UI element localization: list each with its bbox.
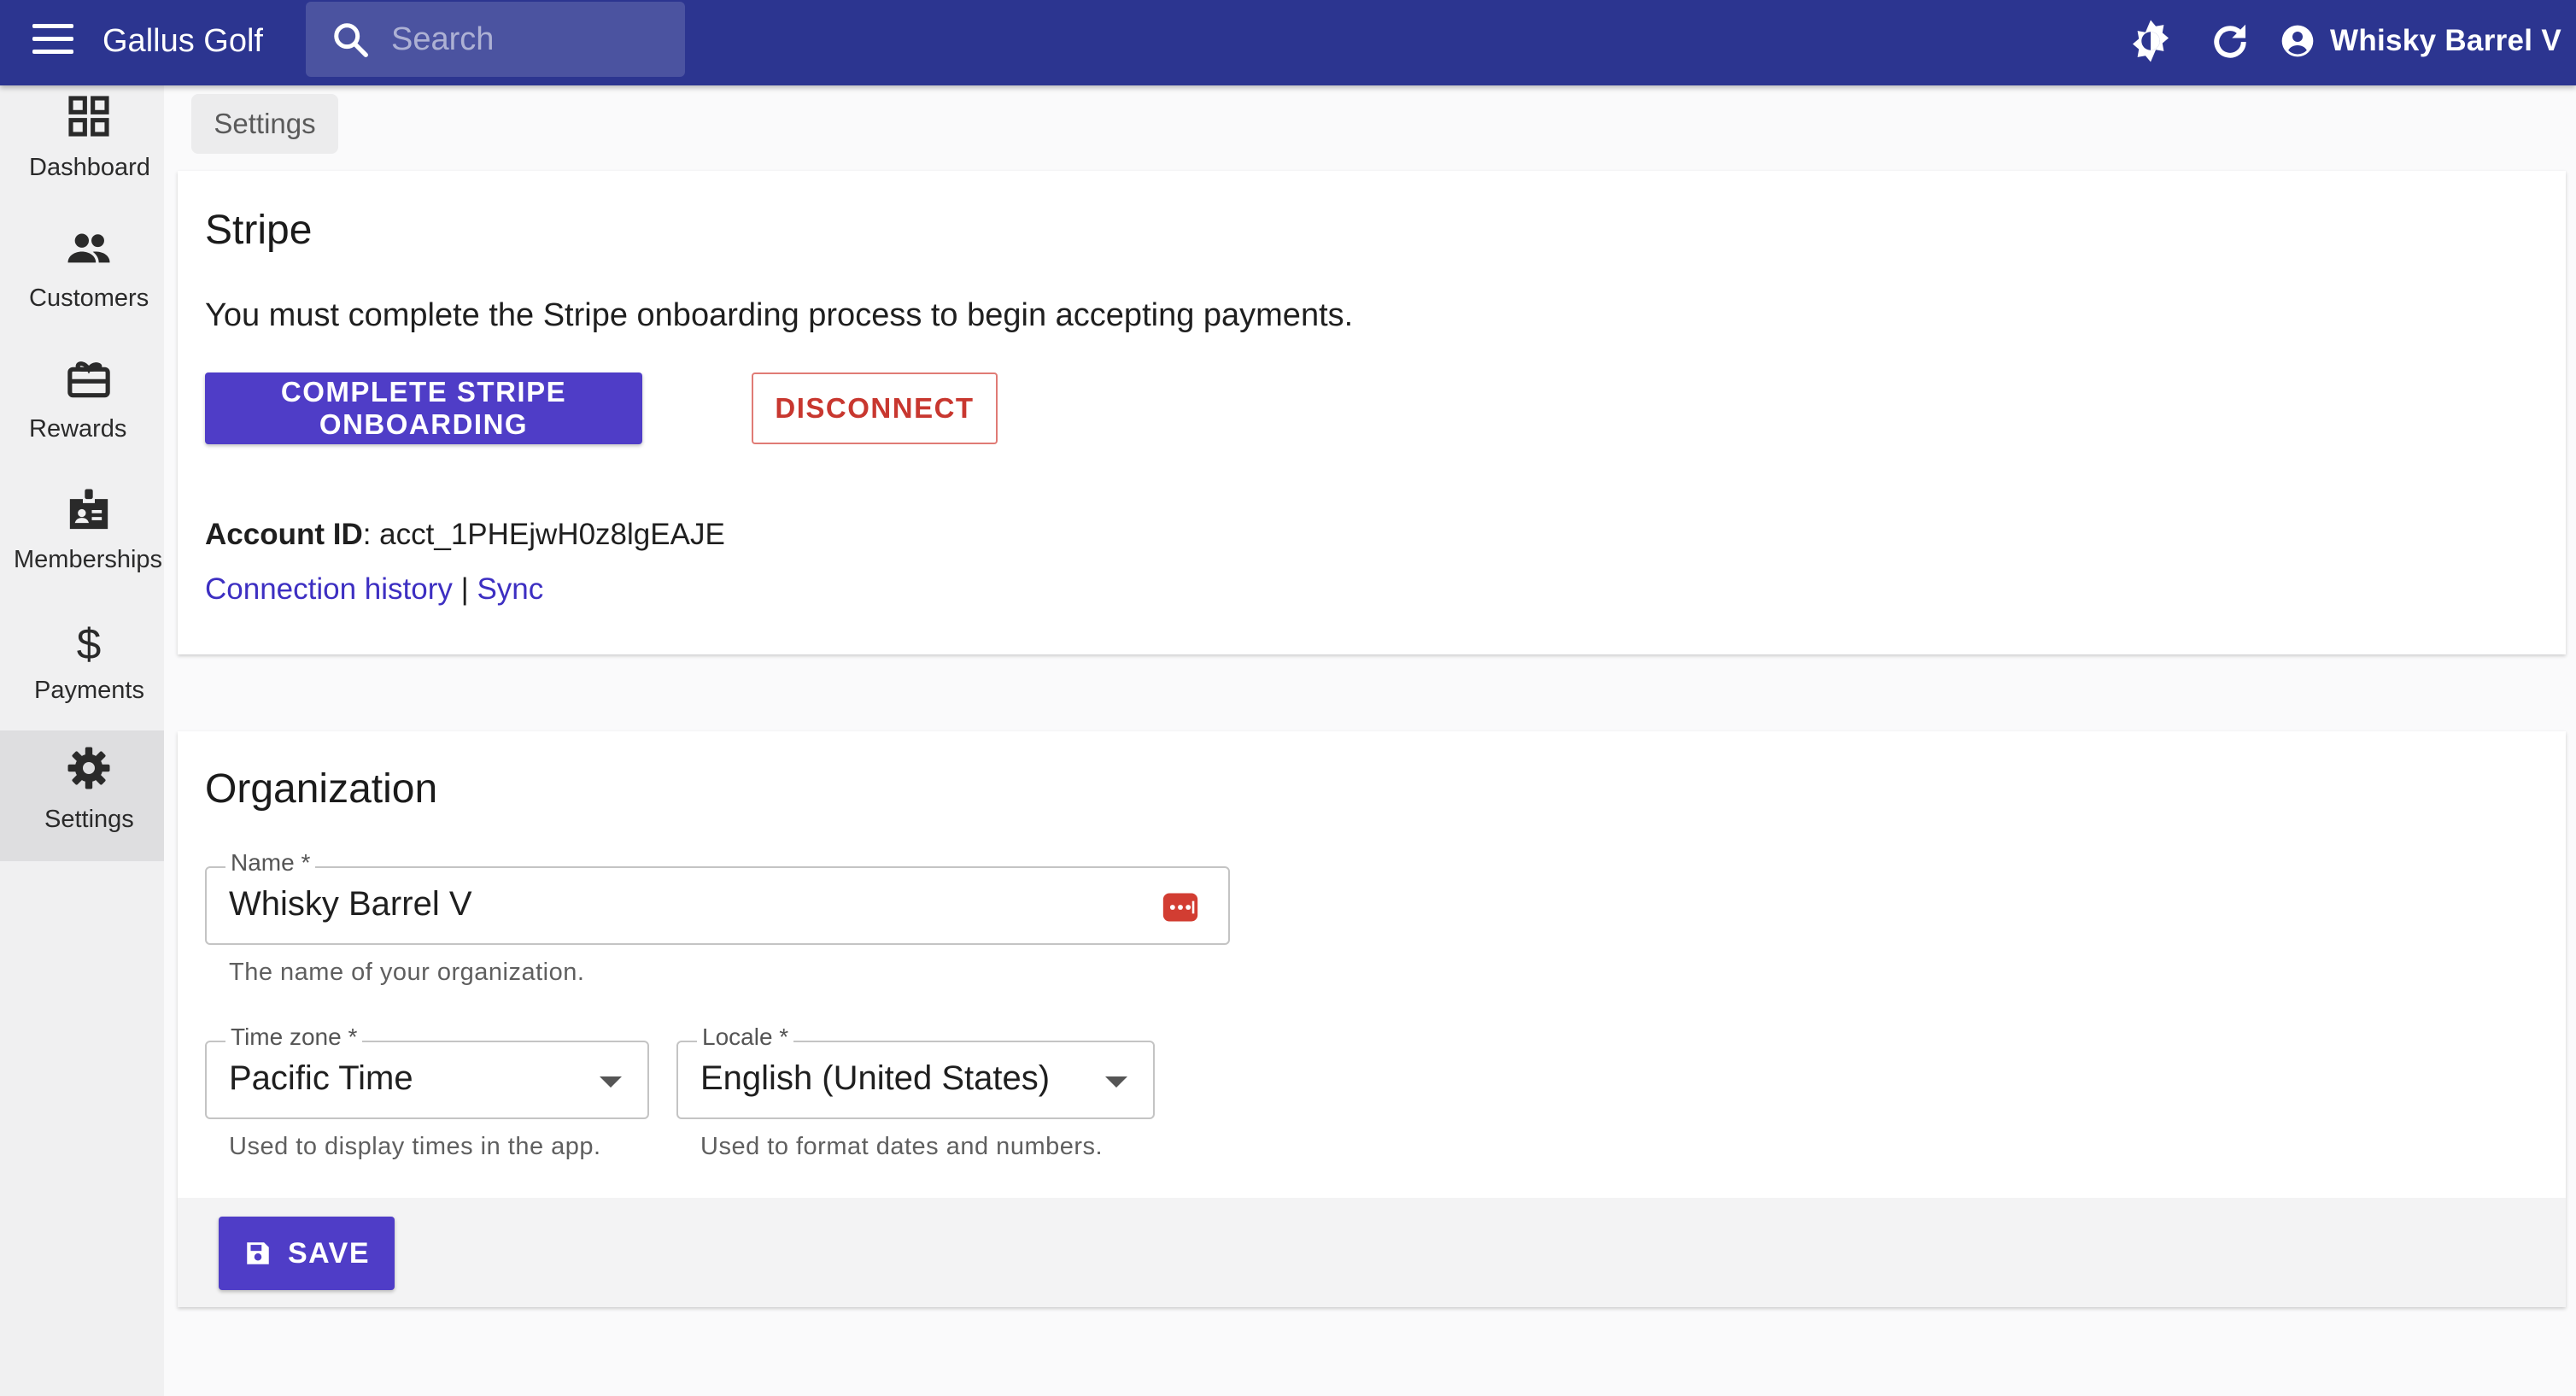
- chevron-down-icon: [1105, 1076, 1127, 1088]
- account-circle-icon: [2281, 25, 2314, 57]
- sidebar: Dashboard Customers Rewards Memberships …: [0, 85, 164, 1396]
- app-title: Gallus Golf: [102, 23, 263, 59]
- locale-label: Locale *: [697, 1024, 794, 1051]
- name-field[interactable]: Name * Whisky Barrel V: [205, 849, 1230, 945]
- sidebar-item-label: Dashboard: [29, 154, 150, 181]
- name-label: Name *: [225, 849, 316, 877]
- name-helper: The name of your organization.: [229, 959, 585, 986]
- locale-select[interactable]: Locale * English (United States): [676, 1024, 1155, 1119]
- timezone-select[interactable]: Time zone * Pacific Time: [205, 1024, 649, 1119]
- svg-text:$: $: [77, 619, 102, 665]
- save-icon: [247, 1242, 269, 1264]
- gift-card-icon: [67, 361, 110, 398]
- save-button[interactable]: SAVE: [219, 1217, 395, 1290]
- people-icon: [67, 233, 110, 263]
- locale-value: English (United States): [700, 1059, 1051, 1097]
- sidebar-item-payments[interactable]: $ Payments: [0, 608, 164, 739]
- connection-history-link[interactable]: Connection history: [205, 572, 453, 606]
- sidebar-item-label: Settings: [44, 806, 134, 833]
- timezone-value: Pacific Time: [229, 1059, 413, 1097]
- card-actions: SAVE: [178, 1198, 2566, 1307]
- user-menu[interactable]: Whisky Barrel V: [2280, 17, 2561, 65]
- locale-helper: Used to format dates and numbers.: [700, 1133, 1104, 1160]
- breadcrumb: Settings: [191, 94, 338, 154]
- search-input[interactable]: [391, 14, 664, 65]
- dollar-icon: $: [77, 619, 102, 665]
- menu-icon[interactable]: [32, 24, 73, 58]
- organization-card: Organization Name * Whisky Barrel V The …: [178, 731, 2566, 1307]
- stripe-title: Stripe: [205, 208, 313, 253]
- save-label: SAVE: [287, 1236, 371, 1270]
- disconnect-button[interactable]: DISCONNECT: [752, 372, 998, 444]
- id-badge-icon: [69, 489, 108, 530]
- search-box[interactable]: [306, 2, 685, 77]
- stripe-message: You must complete the Stripe onboarding …: [205, 297, 1354, 333]
- timezone-helper: Used to display times in the app.: [229, 1133, 601, 1160]
- sidebar-item-customers[interactable]: Customers: [0, 216, 164, 347]
- account-id-value: : acct_1PHEjwH0z8lgEAJE: [362, 518, 725, 551]
- sidebar-item-label: Customers: [29, 284, 149, 312]
- link-separator: |: [452, 572, 477, 606]
- account-id-line: Account ID: acct_1PHEjwH0z8lgEAJE: [205, 518, 725, 552]
- sidebar-item-dashboard[interactable]: Dashboard: [0, 85, 164, 216]
- organization-title: Organization: [205, 766, 438, 812]
- password-manager-icon[interactable]: [1162, 889, 1199, 926]
- sidebar-item-settings[interactable]: Settings: [0, 730, 164, 861]
- sidebar-item-memberships[interactable]: Memberships: [0, 478, 164, 608]
- account-id-label: Account ID: [205, 518, 363, 551]
- chevron-down-icon: [600, 1076, 622, 1088]
- search-icon: [334, 23, 368, 57]
- timezone-label: Time zone *: [225, 1024, 363, 1051]
- stripe-links: Connection history | Sync: [205, 572, 543, 607]
- brightness-icon[interactable]: [2127, 17, 2175, 65]
- sidebar-item-label: Payments: [34, 677, 144, 704]
- sync-link[interactable]: Sync: [477, 572, 543, 606]
- sidebar-item-label: Memberships: [14, 546, 163, 573]
- refresh-icon[interactable]: [2207, 19, 2253, 65]
- dashboard-icon: [68, 96, 109, 137]
- stripe-card: Stripe You must complete the Stripe onbo…: [178, 171, 2566, 654]
- app-bar: Gallus Golf Whisky Barrel V: [0, 0, 2576, 85]
- name-input[interactable]: Whisky Barrel V: [229, 885, 472, 924]
- gear-icon: [67, 747, 110, 789]
- complete-onboarding-button[interactable]: COMPLETE STRIPE ONBOARDING: [205, 372, 642, 444]
- sidebar-item-label: Rewards: [29, 415, 127, 443]
- sidebar-item-rewards[interactable]: Rewards: [0, 347, 164, 478]
- user-name: Whisky Barrel V: [2330, 24, 2561, 57]
